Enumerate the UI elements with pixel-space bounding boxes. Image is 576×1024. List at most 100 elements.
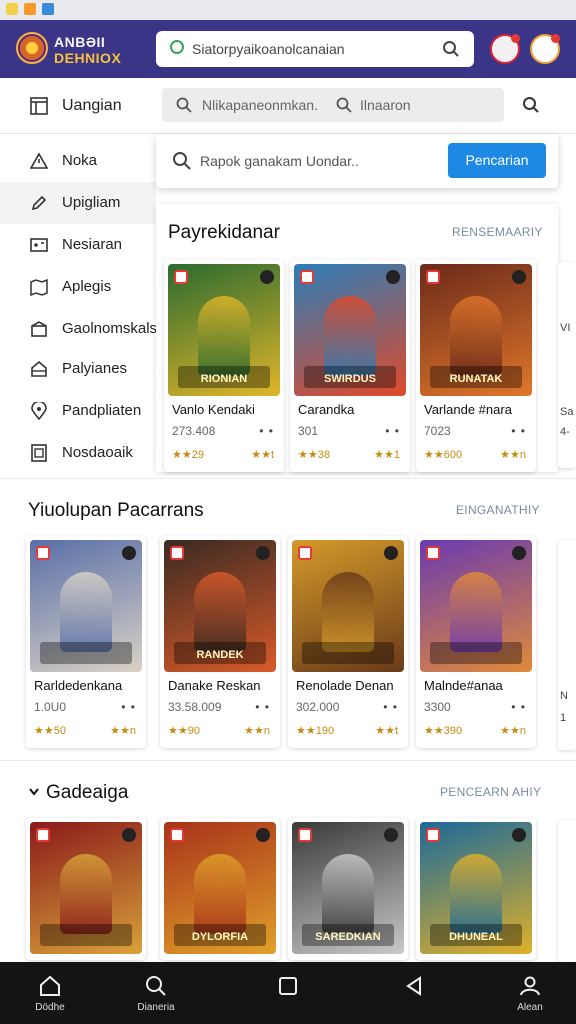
status-icon	[6, 3, 18, 15]
store-badge-icon	[170, 828, 184, 842]
title-banner	[430, 642, 522, 664]
nav-search[interactable]: Dianeria	[106, 962, 206, 1024]
section-title: Gadeaiga	[46, 782, 129, 803]
game-card[interactable]: Renolade Denan 302.000 • • ★★190 ★★t	[288, 536, 408, 748]
sidebar-item-nesiaran[interactable]: Nesiaran	[0, 224, 156, 266]
nav-overview[interactable]	[238, 962, 338, 1024]
game-cover-art[interactable]: SAREDKIAN	[292, 822, 404, 954]
game-card[interactable]: RUNATAK Varlande #nara 7023 • • ★★600 ★★n	[416, 260, 536, 472]
game-cover-art[interactable]: SWIRDUS	[294, 264, 406, 396]
game-card[interactable]	[26, 818, 146, 960]
search-icon	[146, 976, 166, 996]
sidebar-item-label: Noka	[62, 152, 98, 169]
cover-title: RIONIAN	[200, 373, 248, 385]
rating-mark-icon	[512, 270, 526, 284]
store-badge-icon	[426, 270, 440, 284]
more-options-icon[interactable]: • •	[385, 424, 400, 438]
hero-figure	[450, 854, 502, 934]
more-options-icon[interactable]: • •	[383, 700, 398, 714]
profile-avatar[interactable]	[490, 34, 520, 64]
rating-secondary: ★★n	[500, 449, 526, 461]
hero-figure	[324, 296, 376, 376]
store-badge-icon	[36, 546, 50, 560]
rating-secondary: ★★1	[374, 449, 400, 461]
game-card-peek[interactable]: N 1	[558, 540, 576, 750]
nav-label: Dödhe	[35, 1002, 65, 1013]
more-options-icon[interactable]: • •	[255, 700, 270, 714]
game-title: Varlande #nara	[424, 402, 512, 417]
game-title: Carandka	[298, 402, 355, 417]
more-options-icon[interactable]: • •	[511, 700, 526, 714]
title-banner	[302, 642, 394, 664]
sidebar-item-palyianes[interactable]: Palyianes	[0, 348, 156, 390]
logo-text: ANBƏII	[54, 34, 106, 50]
game-card[interactable]: RANDEK Danake Reskan 33.58.009 • • ★★90 ★★n	[160, 536, 280, 748]
sidebar-item-pandpliaten[interactable]: Pandpliaten	[0, 390, 156, 432]
store-badge-icon	[300, 270, 314, 284]
game-cover-art[interactable]: RUNATAK	[420, 264, 532, 396]
more-options-icon[interactable]: • •	[121, 700, 136, 714]
rating-secondary: ★★t	[251, 449, 274, 461]
game-card[interactable]: RIONIAN Vanlo Kendaki 273.408 • • ★★29 ★★t	[164, 260, 284, 472]
title-banner	[40, 924, 132, 946]
rating-mark-icon	[384, 546, 398, 560]
game-cover-art[interactable]: DYLORFIA	[164, 822, 276, 954]
store-badge-icon	[426, 546, 440, 560]
download-count: 302.000	[296, 700, 340, 714]
back-icon	[406, 976, 421, 996]
chevron-icon[interactable]	[28, 786, 40, 798]
search-icon	[176, 97, 192, 113]
game-card-peek[interactable]	[558, 820, 576, 962]
location-icon	[31, 402, 47, 420]
search-dropdown-input[interactable]: Rapok ganakam Uondar..	[200, 153, 359, 169]
game-cover-art[interactable]	[30, 822, 142, 954]
game-cover-art[interactable]: RANDEK	[164, 540, 276, 672]
game-title: Renolade Denan	[296, 678, 394, 693]
game-card-peek[interactable]: VI Sa 4-	[558, 262, 576, 468]
sidebar-item-noka[interactable]: Noka	[0, 140, 156, 182]
download-count: 3300	[424, 700, 451, 714]
search-input[interactable]: Nlikapaneonmkan. Ilnaaron	[162, 88, 504, 122]
notification-dot	[511, 34, 520, 43]
more-options-icon[interactable]: • •	[259, 424, 274, 438]
sidebar-item-nosdaoaik[interactable]: Nosdaoaik	[0, 432, 156, 474]
search-icon[interactable]	[522, 96, 540, 114]
search-lead-icon	[170, 40, 184, 54]
game-card[interactable]: Malnde#anaa 3300 • • ★★390 ★★n	[416, 536, 536, 748]
game-card[interactable]: Rarldedenkana 1.0U0 • • ★★50 ★★n	[26, 536, 146, 748]
notification-dot	[551, 34, 560, 43]
nav-home[interactable]: Dödhe	[0, 962, 100, 1024]
game-card[interactable]: DYLORFIA	[160, 818, 280, 960]
game-card[interactable]: SAREDKIAN	[288, 818, 408, 960]
game-card[interactable]: SWIRDUS Carandka 301 • • ★★38 ★★1	[290, 260, 410, 472]
nav-account[interactable]: Alean	[480, 962, 576, 1024]
app-logo[interactable]: ANBƏII DEHNIOX	[16, 30, 134, 68]
game-cover-art[interactable]: DHUNEAL	[420, 822, 532, 954]
see-all-link[interactable]: PENCEARN AHIY	[440, 785, 541, 799]
download-count: 273.408	[172, 424, 216, 438]
sidebar-header[interactable]: Uangian	[0, 78, 156, 134]
top-search-input[interactable]: Siatorpyaikoanolcanaian	[156, 31, 474, 67]
layout-icon	[30, 97, 48, 115]
rating-mark-icon	[122, 828, 136, 842]
sidebar-item-upigliam[interactable]: Upigliam	[0, 182, 156, 224]
game-cover-art[interactable]: RIONIAN	[168, 264, 280, 396]
rating-secondary: ★★t	[375, 725, 398, 737]
game-cover-art[interactable]	[30, 540, 142, 672]
status-icon	[42, 3, 54, 15]
nav-back[interactable]	[364, 962, 464, 1024]
sidebar-item-aplegis[interactable]: Aplegis	[0, 266, 156, 308]
rating-secondary: ★★n	[500, 725, 526, 737]
search-icon[interactable]	[442, 40, 460, 58]
account-avatar[interactable]	[530, 34, 560, 64]
more-options-icon[interactable]: • •	[511, 424, 526, 438]
game-cover-art[interactable]	[420, 540, 532, 672]
title-banner	[40, 642, 132, 664]
game-card[interactable]: DHUNEAL	[416, 818, 536, 960]
cover-title: RUNATAK	[449, 373, 503, 385]
game-cover-art[interactable]	[292, 540, 404, 672]
search-submit-button[interactable]: Pencarian	[448, 143, 546, 178]
sidebar-item-gaolnomskals[interactable]: Gaolnomskals	[0, 308, 157, 350]
see-all-link[interactable]: RENSEMAARIY	[452, 225, 543, 239]
see-all-link[interactable]: EINGANATHIY	[456, 503, 540, 517]
